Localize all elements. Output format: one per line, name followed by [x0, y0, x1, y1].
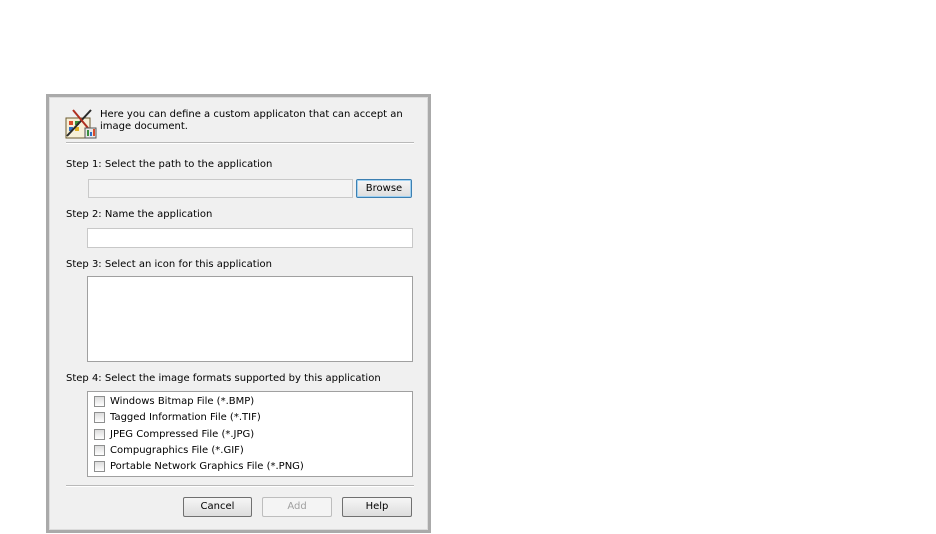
checkbox[interactable] [94, 411, 105, 423]
format-label: JPEG Compressed File (*.JPG) [110, 428, 255, 440]
step1-label: Step 1: Select the path to the applicati… [66, 159, 273, 170]
checkbox[interactable] [94, 444, 105, 456]
step2-label: Step 2: Name the application [66, 209, 213, 220]
application-path-field[interactable] [88, 179, 353, 198]
application-wizard-icon [63, 106, 99, 140]
format-label: Portable Network Graphics File (*.PNG) [110, 460, 304, 472]
checkbox[interactable] [94, 460, 105, 472]
format-item-gif[interactable]: Compugraphics File (*.GIF) [94, 443, 244, 457]
step3-label: Step 3: Select an icon for this applicat… [66, 259, 272, 270]
icon-selection-list[interactable] [87, 276, 413, 362]
add-button[interactable]: Add [262, 497, 332, 517]
custom-application-dialog: Here you can define a custom applicaton … [46, 94, 431, 533]
step4-label: Step 4: Select the image formats support… [66, 373, 381, 384]
header-divider [66, 142, 414, 144]
image-formats-list: Windows Bitmap File (*.BMP) Tagged Infor… [87, 391, 413, 477]
format-label: Compugraphics File (*.GIF) [110, 444, 244, 456]
format-item-tif[interactable]: Tagged Information File (*.TIF) [94, 410, 261, 424]
help-button[interactable]: Help [342, 497, 412, 517]
header-description: Here you can define a custom applicaton … [100, 109, 403, 132]
cancel-button[interactable]: Cancel [183, 497, 252, 517]
checkbox[interactable] [94, 395, 105, 407]
browse-button[interactable]: Browse [356, 179, 412, 198]
format-label: Windows Bitmap File (*.BMP) [110, 395, 255, 407]
application-name-field[interactable] [87, 228, 413, 248]
format-item-jpg[interactable]: JPEG Compressed File (*.JPG) [94, 427, 254, 441]
checkbox[interactable] [94, 428, 105, 440]
format-item-png[interactable]: Portable Network Graphics File (*.PNG) [94, 459, 304, 473]
format-label: Tagged Information File (*.TIF) [110, 411, 261, 423]
format-item-bmp[interactable]: Windows Bitmap File (*.BMP) [94, 394, 254, 408]
footer-divider [66, 485, 414, 487]
